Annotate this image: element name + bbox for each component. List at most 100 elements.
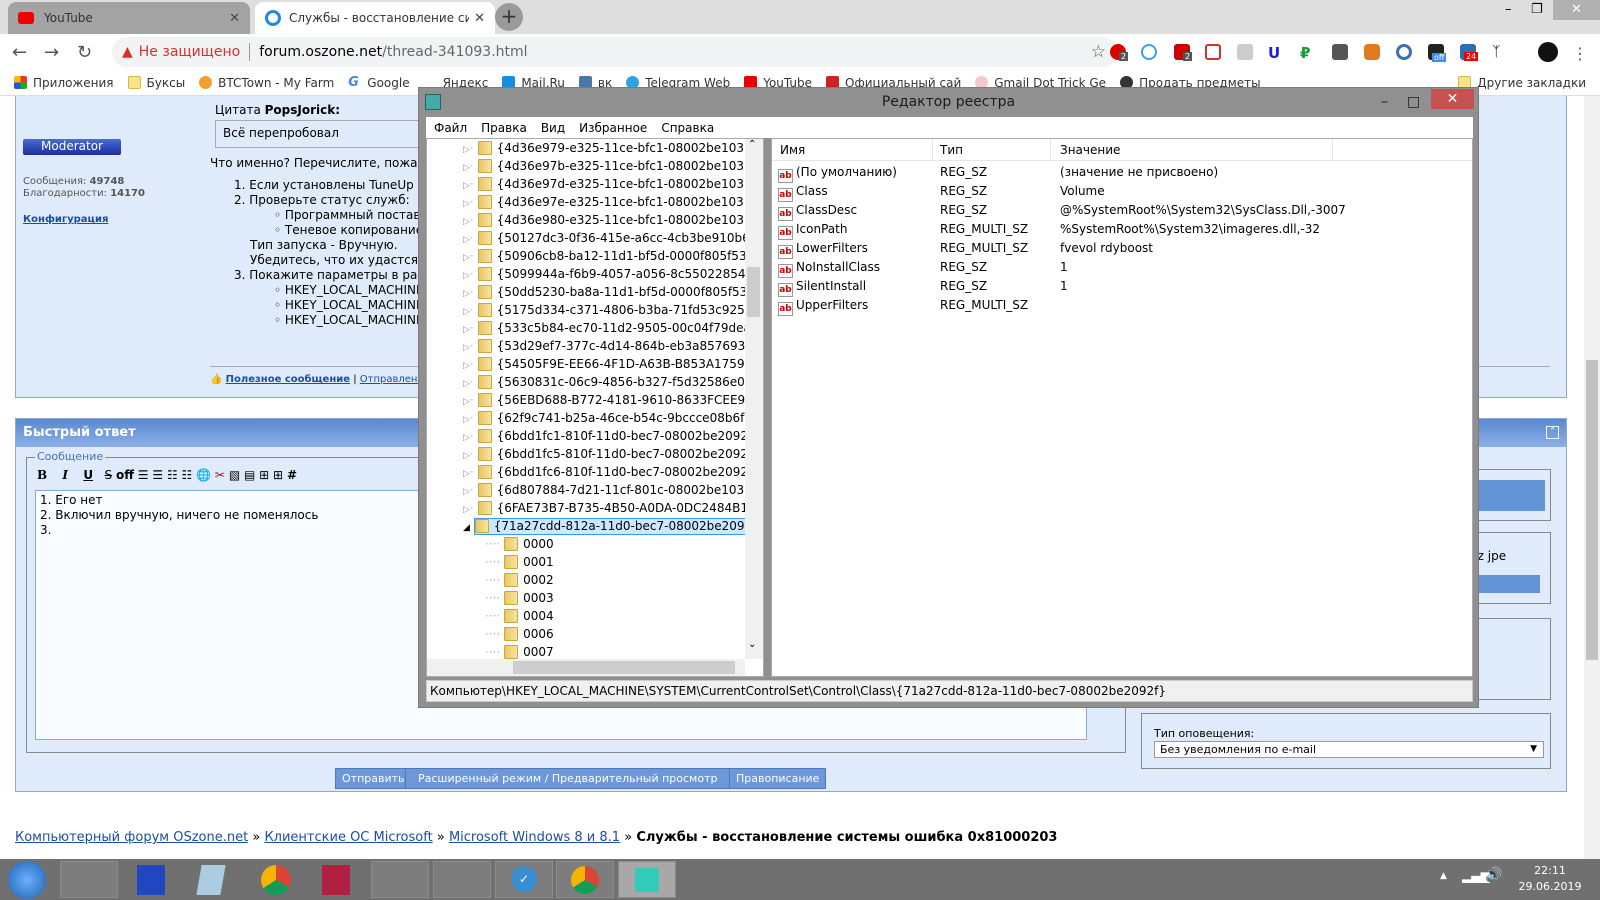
notepad-taskbar-icon[interactable] bbox=[196, 865, 226, 895]
tree-node[interactable]: ▷· {50dd5230-ba8a-11d1-bf5d-0000f805f530… bbox=[463, 283, 763, 301]
quote-icon[interactable]: ▤ bbox=[244, 468, 255, 482]
expand-arrow-icon[interactable]: ▷ bbox=[463, 307, 470, 317]
minimize-button[interactable]: – bbox=[1505, 2, 1512, 17]
underline-button[interactable]: U bbox=[83, 468, 93, 482]
expand-arrow-icon[interactable]: ▷ bbox=[463, 145, 470, 155]
adblock-icon[interactable]: 2 bbox=[1174, 44, 1193, 61]
bookmark-apps[interactable]: Приложения bbox=[14, 76, 114, 90]
expand-arrow-icon[interactable]: ▷ bbox=[463, 415, 470, 425]
address-bar[interactable]: ▲ Не защищено forum.oszone.net/thread-34… bbox=[112, 37, 1118, 67]
metamask-icon[interactable] bbox=[1364, 44, 1380, 60]
menu-view[interactable]: Вид bbox=[541, 121, 565, 135]
clock[interactable]: 22:11 29.06.2019 bbox=[1515, 863, 1585, 895]
sent-link[interactable]: Отправлено bbox=[360, 374, 424, 385]
tree-vscrollbar[interactable]: ⌃ ⌄ bbox=[745, 139, 763, 659]
tree-node[interactable]: ▷· {4d36e97b-e325-11ce-bfc1-08002be10318… bbox=[463, 157, 763, 175]
align-center-icon[interactable]: ☰ bbox=[138, 468, 149, 482]
scrollbar-thumb[interactable] bbox=[513, 661, 735, 674]
close-button[interactable]: ✕ bbox=[1431, 89, 1474, 109]
breadcrumb-link[interactable]: Microsoft Windows 8 и 8.1 bbox=[449, 830, 620, 845]
breadcrumb-link[interactable]: Клиентские ОС Microsoft bbox=[264, 830, 432, 845]
registry-value-row[interactable]: ab IconPath REG_MULTI_SZ %SystemRoot%\Syste… bbox=[778, 220, 1468, 240]
config-link[interactable]: Конфигурация bbox=[23, 214, 108, 225]
tray-expand-icon[interactable]: ▲ bbox=[1440, 871, 1447, 881]
tree-node[interactable]: ▷· {4d36e979-e325-11ce-bfc1-08002be10318… bbox=[463, 139, 763, 157]
useful-link[interactable]: Полезное сообщение bbox=[226, 374, 350, 385]
forward-ext-icon[interactable] bbox=[1205, 44, 1221, 60]
winrar-taskbar-icon[interactable] bbox=[322, 865, 350, 895]
page-scrollbar[interactable] bbox=[1584, 96, 1600, 859]
column-value[interactable]: Значение bbox=[1060, 143, 1120, 157]
tree-node[interactable]: ▷· {4d36e980-e325-11ce-bfc1-08002be10318… bbox=[463, 211, 763, 229]
tree-node[interactable]: ▷· {5630831c-06c9-4856-b327-f5d32586e060… bbox=[463, 373, 763, 391]
expand-arrow-icon[interactable]: ▷ bbox=[463, 451, 470, 461]
tree-node[interactable]: ▷· {6bdd1fc5-810f-11d0-bec7-08002be2092f… bbox=[463, 445, 760, 463]
tree-hscrollbar[interactable] bbox=[427, 659, 745, 676]
scroll-up-icon[interactable]: ⌃ bbox=[748, 139, 756, 150]
tree-node[interactable]: ▷· {50906cb8-ba12-11d1-bf5d-0000f805f530… bbox=[463, 247, 762, 265]
expand-arrow-icon[interactable]: ▷ bbox=[463, 217, 470, 227]
deer-ext-icon[interactable]: ᛉ bbox=[1492, 44, 1508, 60]
menu-favorites[interactable]: Избранное bbox=[579, 121, 647, 135]
advanced-mode-button[interactable]: Расширенный режим / Предварительный прос… bbox=[405, 768, 731, 789]
menu-help[interactable]: Справка bbox=[661, 121, 714, 135]
floppy-taskbar-icon[interactable] bbox=[137, 865, 165, 895]
tab-youtube[interactable]: YouTube ✕ bbox=[8, 2, 250, 34]
installer-taskbar-icon[interactable] bbox=[433, 861, 491, 898]
maximize-button[interactable]: □ bbox=[1407, 88, 1420, 116]
tree-node[interactable]: ▷· {6FAE73B7-B735-4B50-A0DA-0DC2484B1F1A… bbox=[463, 499, 763, 517]
tree-node[interactable]: ···· 0006 bbox=[485, 625, 554, 643]
expand-arrow-icon[interactable]: ▷ bbox=[463, 343, 470, 353]
bookmark-item[interactable]: G Google bbox=[348, 76, 409, 90]
expand-arrow-icon[interactable]: ▷ bbox=[463, 397, 470, 407]
menu-file[interactable]: Файл bbox=[434, 121, 467, 135]
new-tab-button[interactable]: + bbox=[495, 3, 523, 31]
expand-arrow-icon[interactable]: ▷ bbox=[463, 361, 470, 371]
scrollbar-thumb[interactable] bbox=[1586, 360, 1598, 660]
registry-value-row[interactable]: ab LowerFilters REG_MULTI_SZ fvevol rdyboos… bbox=[778, 239, 1468, 259]
expand-icon[interactable]: ⊞ bbox=[259, 468, 269, 482]
spellcheck-button[interactable]: Правописание bbox=[729, 768, 827, 789]
tree-node[interactable]: ▷· {56EBD688-B772-4181-9610-8633FCEE988D… bbox=[463, 391, 763, 409]
expand-all-icon[interactable]: ⊞ bbox=[273, 468, 283, 482]
submit-button[interactable]: Отправить bbox=[335, 768, 412, 789]
tree-node[interactable]: ▷· {62f9c741-b25a-46ce-b54c-9bccce08b6f2… bbox=[463, 409, 760, 427]
expand-arrow-icon[interactable]: ▷ bbox=[463, 487, 470, 497]
registry-value-row[interactable]: ab Class REG_SZ Volume bbox=[778, 182, 1468, 202]
tree-node[interactable]: ▷· {54505F9E-EE66-4F1D-A63B-B853A1759385… bbox=[463, 355, 763, 373]
back-icon[interactable]: ← bbox=[12, 42, 27, 63]
p2p-ext-icon[interactable] bbox=[1141, 44, 1157, 60]
explorer-taskbar-icon[interactable] bbox=[60, 861, 118, 898]
screen-ext-icon[interactable] bbox=[1237, 44, 1253, 60]
expand-arrow-icon[interactable]: ▷ bbox=[463, 505, 470, 515]
strike-button[interactable]: S bbox=[105, 468, 113, 482]
bookmark-item[interactable]: BTCTown - My Farm bbox=[199, 76, 334, 90]
expand-arrow-icon[interactable]: ▷ bbox=[463, 253, 470, 263]
align-right-icon[interactable]: ☰ bbox=[152, 468, 163, 482]
tree-node[interactable]: ···· 0000 bbox=[485, 535, 554, 553]
gear-ext-icon[interactable] bbox=[1396, 44, 1412, 60]
minimize-button[interactable]: – bbox=[1381, 88, 1388, 116]
bookmark-star-icon[interactable]: ☆ bbox=[1091, 42, 1106, 62]
tree-node[interactable]: ▷· {6bdd1fc6-810f-11d0-bec7-08002be2092f… bbox=[463, 463, 760, 481]
tree-node[interactable]: ▷· {50127dc3-0f36-415e-a6cc-4cb3be910b65… bbox=[463, 229, 763, 247]
tree-node[interactable]: ▷· {533c5b84-ec70-11d2-9505-00c04f79deaf… bbox=[463, 319, 763, 337]
registry-value-row[interactable]: ab SilentInstall REG_SZ 1 bbox=[778, 277, 1468, 297]
tree-node[interactable]: ▷· {4d36e97e-e325-11ce-bfc1-08002be10318… bbox=[463, 193, 763, 211]
expand-arrow-icon[interactable]: ▷ bbox=[463, 289, 470, 299]
start-button[interactable] bbox=[8, 861, 46, 899]
code-button[interactable]: # bbox=[287, 468, 297, 482]
chrome-window-taskbar-icon[interactable] bbox=[556, 861, 614, 898]
chrome-taskbar-icon[interactable] bbox=[261, 865, 291, 895]
registry-value-row[interactable]: ab NoInstallClass REG_SZ 1 bbox=[778, 258, 1468, 278]
expand-arrow-icon[interactable]: ▷ bbox=[463, 325, 470, 335]
bold-button[interactable]: B bbox=[37, 468, 47, 482]
column-type[interactable]: Тип bbox=[940, 143, 963, 157]
avatar[interactable] bbox=[1538, 42, 1558, 62]
close-window-button[interactable]: ✕ bbox=[1553, 0, 1600, 20]
volume-icon[interactable]: 🔊 bbox=[1485, 867, 1502, 883]
calendar-ext-icon[interactable]: 24 bbox=[1460, 44, 1479, 61]
italic-button[interactable]: I bbox=[62, 468, 68, 482]
close-tab-icon[interactable]: ✕ bbox=[229, 11, 240, 26]
expand-arrow-icon[interactable]: ▷ bbox=[463, 433, 470, 443]
